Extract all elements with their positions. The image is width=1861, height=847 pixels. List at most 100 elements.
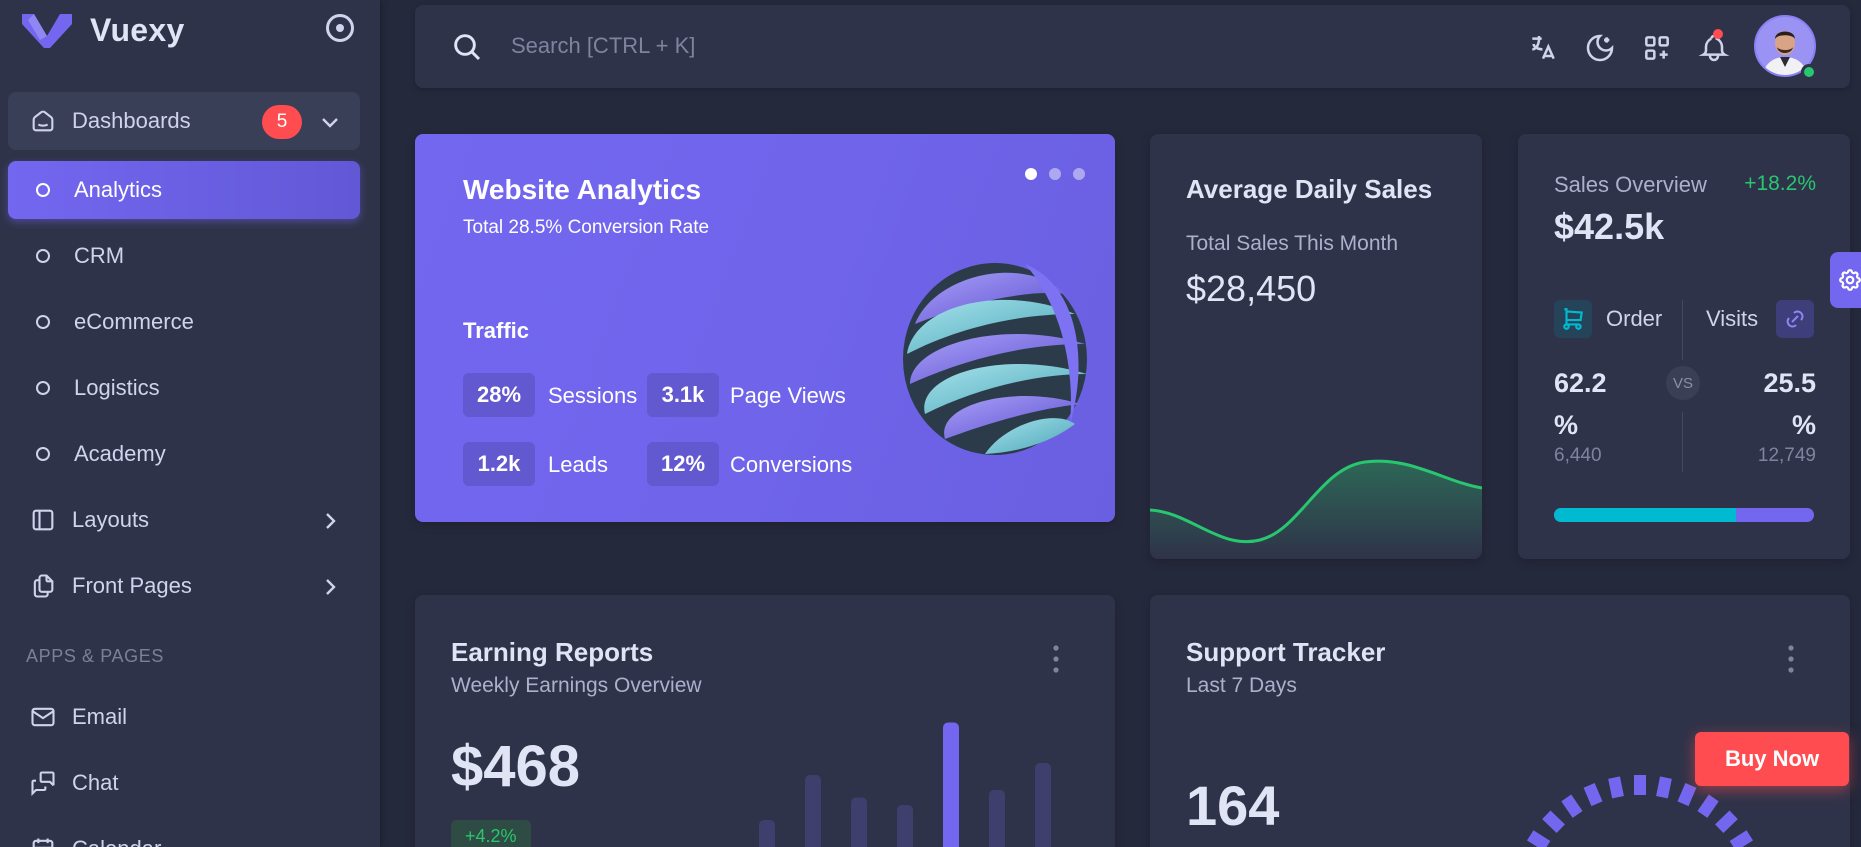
order-percent-unit: % xyxy=(1554,410,1579,440)
stat-value: 28% xyxy=(463,373,535,417)
gauge-tick xyxy=(1715,810,1738,834)
visits-count: 12,749 xyxy=(1757,445,1816,466)
divider xyxy=(1682,300,1683,360)
progress-fill xyxy=(1554,508,1736,522)
gauge-tick xyxy=(1542,810,1565,834)
gauge-tick xyxy=(1527,830,1551,847)
sidebar-item-crm[interactable]: CRM xyxy=(8,227,360,285)
sales-overview-card: Sales Overview +18.2% $42.5k Order Visit… xyxy=(1518,134,1850,559)
card-subtitle: Weekly Earnings Overview xyxy=(451,674,702,697)
search-input[interactable] xyxy=(511,27,1011,65)
chevron-down-icon xyxy=(322,118,338,128)
earnings-bar xyxy=(805,775,821,847)
vs-badge: VS xyxy=(1666,366,1700,400)
change-percentage: +18.2% xyxy=(1744,172,1816,195)
carousel-dot[interactable] xyxy=(1049,168,1061,180)
average-daily-sales-card: Average Daily Sales Total Sales This Mon… xyxy=(1150,134,1482,559)
chevron-right-icon xyxy=(326,579,336,595)
sidebar-item-front-pages[interactable]: Front Pages xyxy=(8,557,360,615)
sales-area-chart xyxy=(1150,459,1482,559)
moon-stars-icon[interactable] xyxy=(1584,32,1616,64)
sidebar-item-logistics[interactable]: Logistics xyxy=(8,359,360,417)
sidebar-item-dashboards[interactable]: Dashboards 5 xyxy=(8,92,360,150)
earnings-bar xyxy=(851,797,867,847)
divider xyxy=(1682,412,1683,472)
sidebar-item-label: Layouts xyxy=(72,507,150,532)
section-header-apps-pages: APPS & PAGES xyxy=(26,646,164,666)
gauge-tick xyxy=(1677,783,1697,807)
sidebar-item-label: Analytics xyxy=(74,177,163,202)
search-icon[interactable] xyxy=(451,31,483,63)
card-title: Support Tracker xyxy=(1186,637,1386,667)
order-label: Order xyxy=(1606,306,1663,331)
card-subtitle: Last 7 Days xyxy=(1186,674,1297,697)
earnings-value: $468 xyxy=(451,734,581,799)
stat-label: Conversions xyxy=(730,452,853,477)
carousel-dot[interactable] xyxy=(1073,168,1085,180)
gauge-tick xyxy=(1656,776,1672,799)
gauge-tick xyxy=(1729,830,1753,847)
sidebar-item-label: CRM xyxy=(74,243,125,268)
visits-percent: 25.5 xyxy=(1763,368,1816,398)
earnings-bar xyxy=(989,790,1005,847)
settings-gear-icon xyxy=(1839,269,1861,291)
circle-icon xyxy=(36,249,50,263)
order-visits-progress-bar xyxy=(1554,508,1814,522)
sales-value: $28,450 xyxy=(1186,268,1317,309)
circle-icon xyxy=(36,315,50,329)
sidebar-item-label: Chat xyxy=(72,770,119,795)
calendar-icon xyxy=(28,834,58,847)
stat-label: Page Views xyxy=(730,383,846,408)
sidebar-item-label: Logistics xyxy=(74,375,160,400)
sales-value: $42.5k xyxy=(1554,206,1665,247)
area-fill xyxy=(1150,461,1482,559)
weekly-earnings-bar-chart xyxy=(759,722,1051,847)
stat-value: 12% xyxy=(647,442,719,486)
brand[interactable]: Vuexy xyxy=(20,8,185,52)
traffic-heading: Traffic xyxy=(463,318,530,343)
sidebar-item-ecommerce[interactable]: eCommerce xyxy=(8,293,360,351)
website-analytics-card: Website Analytics Total 28.5% Conversion… xyxy=(415,134,1115,522)
sidebar-item-analytics[interactable]: Analytics xyxy=(8,161,360,219)
notification-dot xyxy=(1713,29,1723,39)
chevron-right-icon xyxy=(326,513,336,529)
sidebar: Vuexy Dashboards 5 Analytics CRM eCommer… xyxy=(0,0,380,847)
mail-icon xyxy=(28,702,58,732)
card-title: Average Daily Sales xyxy=(1186,174,1433,204)
buy-now-button[interactable]: Buy Now xyxy=(1695,732,1849,786)
notification-count-badge: 5 xyxy=(262,105,302,139)
sidebar-item-layouts[interactable]: Layouts xyxy=(8,491,360,549)
sidebar-item-label: Dashboards xyxy=(72,108,191,133)
circle-icon xyxy=(36,183,50,197)
link-icon xyxy=(1776,300,1814,338)
sidebar-item-label: Academy xyxy=(74,441,166,466)
language-icon[interactable] xyxy=(1527,32,1559,64)
carousel-dot[interactable] xyxy=(1025,168,1037,180)
messages-icon xyxy=(28,768,58,798)
change-badge: +4.2% xyxy=(451,820,531,847)
sidebar-item-email[interactable]: Email xyxy=(8,688,360,746)
top-navbar xyxy=(415,5,1850,88)
stat-value: 3.1k xyxy=(647,373,719,417)
sidebar-item-academy[interactable]: Academy xyxy=(8,425,360,483)
gauge-tick xyxy=(1561,794,1583,818)
sidebar-toggle-icon[interactable] xyxy=(326,14,354,42)
earnings-bar xyxy=(897,805,913,847)
sidebar-item-label: eCommerce xyxy=(74,309,194,334)
apps-grid-icon[interactable] xyxy=(1641,32,1673,64)
3d-sphere-illustration xyxy=(903,263,1087,455)
earnings-bar xyxy=(943,722,959,847)
stat-label: Sessions xyxy=(548,383,638,408)
earnings-bar xyxy=(1035,763,1051,847)
sidebar-item-chat[interactable]: Chat xyxy=(8,754,360,812)
layout-sidebar-icon xyxy=(28,505,58,535)
visits-label: Visits xyxy=(1706,306,1759,331)
more-vertical-icon[interactable] xyxy=(1053,645,1059,673)
carousel-indicators[interactable] xyxy=(1025,168,1085,180)
vuexy-logo-icon xyxy=(22,14,72,48)
theme-customizer-button[interactable] xyxy=(1830,252,1861,308)
sidebar-item-label: Email xyxy=(72,704,128,729)
sidebar-item-calendar[interactable]: Calendar xyxy=(8,820,360,847)
more-vertical-icon[interactable] xyxy=(1788,645,1794,673)
shopping-cart-icon xyxy=(1554,300,1592,338)
